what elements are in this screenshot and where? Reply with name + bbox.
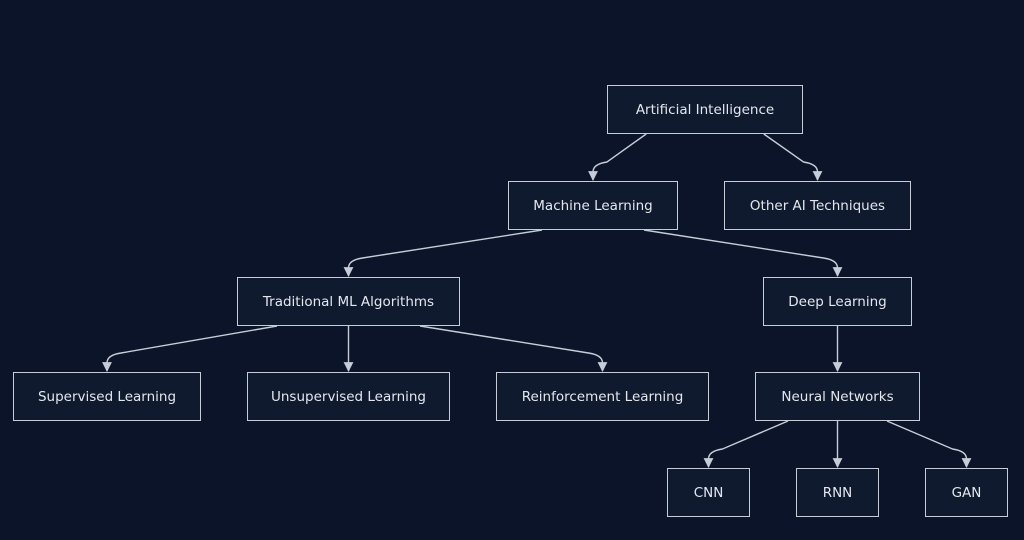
- edge-ml-to-trad: [343, 229, 543, 277]
- edge-ai-to-other: [763, 133, 823, 181]
- node-machine-learning[interactable]: Machine Learning: [508, 181, 678, 230]
- node-deep-learning[interactable]: Deep Learning: [763, 277, 912, 326]
- node-rnn[interactable]: RNN: [796, 468, 879, 517]
- diagram-canvas: Artificial Intelligence Machine Learning…: [0, 0, 1024, 540]
- node-traditional-ml-algorithms[interactable]: Traditional ML Algorithms: [237, 277, 460, 326]
- edge-trad-to-rl: [419, 325, 608, 372]
- edge-nn-to-gan: [886, 420, 972, 468]
- node-neural-networks[interactable]: Neural Networks: [755, 372, 920, 421]
- node-supervised-learning[interactable]: Supervised Learning: [13, 372, 201, 421]
- node-other-ai-techniques[interactable]: Other AI Techniques: [724, 181, 911, 230]
- node-artificial-intelligence[interactable]: Artificial Intelligence: [607, 85, 803, 134]
- node-cnn[interactable]: CNN: [667, 468, 750, 517]
- edges-layer: [102, 133, 972, 468]
- edge-ml-to-dl: [643, 229, 843, 277]
- edge-trad-to-sup: [102, 325, 278, 372]
- node-gan[interactable]: GAN: [925, 468, 1008, 517]
- node-reinforcement-learning[interactable]: Reinforcement Learning: [496, 372, 709, 421]
- edge-nn-to-cnn: [703, 420, 789, 468]
- node-unsupervised-learning[interactable]: Unsupervised Learning: [247, 372, 450, 421]
- edge-ai-to-ml: [588, 133, 647, 181]
